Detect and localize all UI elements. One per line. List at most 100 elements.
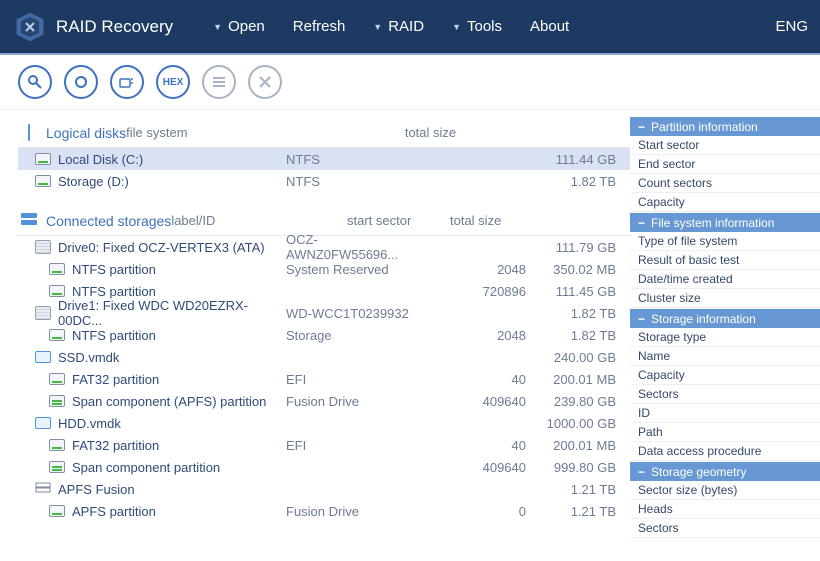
label-value: Fusion Drive (286, 394, 426, 409)
drive-icon (35, 306, 51, 320)
collapse-icon: − (638, 120, 645, 134)
label-value: WD-WCC1T0239932 (286, 306, 426, 321)
column-filesystem: file system (126, 125, 266, 140)
storage-row[interactable]: NTFS partition Storage 2048 1.82 TB (18, 324, 630, 346)
language-selector[interactable]: ENG (775, 18, 808, 35)
storage-row[interactable]: NTFS partition System Reserved 2048 350.… (18, 258, 630, 280)
main-area: Logical disks file system total size Loc… (0, 110, 820, 538)
drive-icon (35, 240, 51, 254)
hex-label: HEX (163, 77, 184, 88)
logical-disk-row[interactable]: Local Disk (C:) NTFS 111.44 GB (18, 148, 630, 170)
section-title: Connected storages (46, 213, 171, 229)
item-name: Span component (APFS) partition (72, 394, 286, 409)
menu-about[interactable]: About (530, 18, 569, 35)
panel-property: Path (630, 423, 820, 442)
partition-icon (49, 373, 65, 385)
panel-property: Cluster size (630, 289, 820, 308)
storage-row[interactable]: SSD.vmdk 240.00 GB (18, 346, 630, 368)
section-title: Logical disks (46, 125, 126, 141)
panel-property: Sector size (bytes) (630, 481, 820, 500)
storage-tree: Logical disks file system total size Loc… (0, 110, 630, 538)
toolbar-resume-button[interactable] (64, 65, 98, 99)
storage-row[interactable]: APFS partition Fusion Drive 0 1.21 TB (18, 500, 630, 522)
vmdk-icon (35, 417, 51, 429)
menu-refresh[interactable]: Refresh (293, 18, 346, 35)
panel-property: End sector (630, 155, 820, 174)
item-name: SSD.vmdk (58, 350, 286, 365)
totalsize-value: 111.44 GB (526, 152, 616, 167)
panel-property: Sectors (630, 519, 820, 538)
panel-property: Name (630, 347, 820, 366)
item-name: APFS partition (72, 504, 286, 519)
totalsize-value: 1.82 TB (526, 174, 616, 189)
totalsize-value: 1.82 TB (526, 328, 616, 343)
column-label: label/ID (171, 213, 311, 228)
filesystem-value: NTFS (286, 174, 426, 189)
panel-header[interactable]: −Storage information (630, 308, 820, 328)
disk-icon (32, 175, 54, 187)
list-icon (212, 76, 226, 88)
storage-row[interactable]: Span component (APFS) partition Fusion D… (18, 390, 630, 412)
panel-property: Date/time created (630, 270, 820, 289)
panel-property: Data access procedure (630, 442, 820, 461)
startsector-value: 40 (426, 372, 526, 387)
disk-name: Local Disk (C:) (58, 152, 286, 167)
panel-title: Storage geometry (651, 465, 746, 479)
storage-row[interactable]: Drive1: Fixed WDC WD20EZRX-00DC... WD-WC… (18, 302, 630, 324)
toolbar-save-button[interactable] (110, 65, 144, 99)
column-totalsize: total size (366, 125, 456, 140)
startsector-value: 0 (426, 504, 526, 519)
startsector-value: 409640 (426, 394, 526, 409)
storage-row[interactable]: HDD.vmdk 1000.00 GB (18, 412, 630, 434)
column-totalsize: total size (411, 213, 501, 228)
storage-row[interactable]: FAT32 partition EFI 40 200.01 MB (18, 368, 630, 390)
totalsize-value: 111.45 GB (526, 284, 616, 299)
disk-name: Storage (D:) (58, 174, 286, 189)
item-name: NTFS partition (72, 284, 286, 299)
panel-title: File system information (651, 216, 774, 230)
app-title: RAID Recovery (56, 17, 173, 37)
totalsize-value: 240.00 GB (526, 350, 616, 365)
storage-row[interactable]: APFS Fusion 1.21 TB (18, 478, 630, 500)
totalsize-value: 200.01 MB (526, 372, 616, 387)
raid-logo-icon (12, 9, 48, 45)
item-name: NTFS partition (72, 328, 286, 343)
panel-property: Capacity (630, 193, 820, 212)
partition-icon (49, 263, 65, 275)
item-name: Drive0: Fixed OCZ-VERTEX3 (ATA) (58, 240, 286, 255)
logical-disk-row[interactable]: Storage (D:) NTFS 1.82 TB (18, 170, 630, 192)
app-logo: RAID Recovery (12, 9, 173, 45)
panel-property: Type of file system (630, 232, 820, 251)
item-name: NTFS partition (72, 262, 286, 277)
item-name: Span component partition (72, 460, 286, 475)
label-value: Storage (286, 328, 426, 343)
toolbar-scan-button[interactable] (18, 65, 52, 99)
close-icon (259, 76, 271, 88)
toolbar: HEX (0, 55, 820, 110)
panel-property: Heads (630, 500, 820, 519)
resume-icon (73, 74, 89, 90)
totalsize-value: 1000.00 GB (526, 416, 616, 431)
panel-property: ID (630, 404, 820, 423)
panel-header[interactable]: −File system information (630, 212, 820, 232)
storage-row[interactable]: Drive0: Fixed OCZ-VERTEX3 (ATA) OCZ-AWNZ… (18, 236, 630, 258)
partition-icon (49, 505, 65, 517)
item-name: APFS Fusion (58, 482, 286, 497)
storage-row[interactable]: FAT32 partition EFI 40 200.01 MB (18, 434, 630, 456)
startsector-value: 2048 (426, 328, 526, 343)
storage-row[interactable]: Span component partition 409640 999.80 G… (18, 456, 630, 478)
info-sidebar: −Partition informationStart sectorEnd se… (630, 110, 820, 538)
menu-raid[interactable]: ▼RAID (373, 18, 424, 35)
panel-header[interactable]: −Storage geometry (630, 461, 820, 481)
toolbar-close-button[interactable] (248, 65, 282, 99)
panel-header[interactable]: −Partition information (630, 116, 820, 136)
toolbar-list-button[interactable] (202, 65, 236, 99)
collapse-icon: − (638, 312, 645, 326)
menu-tools[interactable]: ▼Tools (452, 18, 502, 35)
toolbar-hex-button[interactable]: HEX (156, 65, 190, 99)
label-value: EFI (286, 438, 426, 453)
menu-open[interactable]: ▼Open (213, 18, 265, 35)
collapse-icon: − (638, 465, 645, 479)
caret-down-icon: ▼ (373, 22, 382, 32)
item-name: FAT32 partition (72, 438, 286, 453)
